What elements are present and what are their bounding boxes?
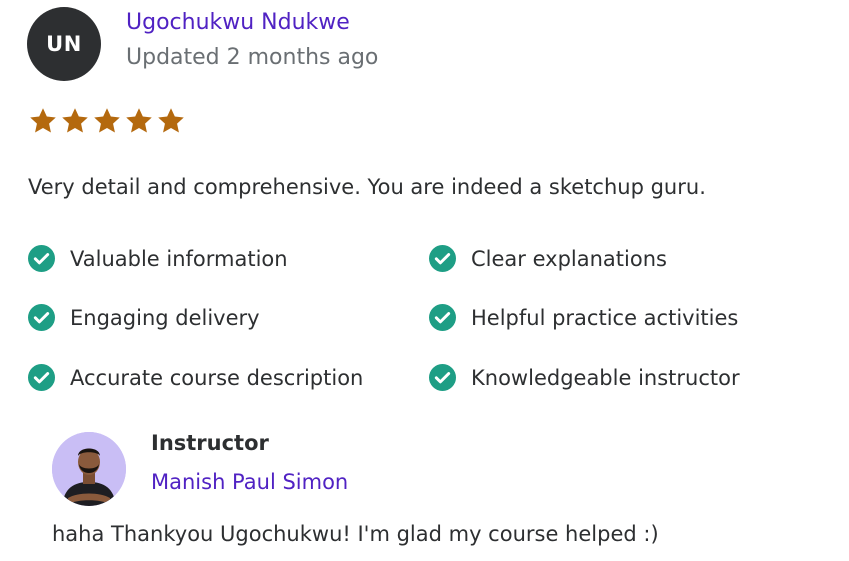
highlight-item: Helpful practice activities: [429, 304, 738, 331]
highlight-item: Clear explanations: [429, 245, 667, 272]
check-circle-icon: [28, 304, 55, 331]
check-circle-icon: [28, 364, 55, 391]
check-circle-icon: [28, 245, 55, 272]
reviewer-initials: UN: [46, 32, 82, 56]
review-text: Very detail and comprehensive. You are i…: [28, 175, 706, 199]
review-header: UN Ugochukwu Ndukwe Updated 2 months ago: [27, 7, 378, 81]
check-circle-icon: [429, 304, 456, 331]
check-circle-icon: [429, 364, 456, 391]
reviewer-name-link[interactable]: Ugochukwu Ndukwe: [126, 6, 378, 40]
reviewer-avatar: UN: [27, 7, 101, 81]
instructor-name-link[interactable]: Manish Paul Simon: [151, 470, 348, 494]
highlight-label: Helpful practice activities: [471, 305, 739, 330]
star-icon: [158, 108, 184, 133]
instructor-avatar-photo: [52, 432, 126, 506]
star-icon: [126, 108, 152, 133]
highlight-label: Engaging delivery: [70, 305, 260, 330]
highlight-label: Knowledgeable instructor: [471, 365, 740, 390]
highlight-label: Clear explanations: [471, 246, 667, 271]
highlight-label: Accurate course description: [70, 365, 364, 390]
star-icon: [94, 108, 120, 133]
highlight-item: Engaging delivery: [28, 304, 260, 331]
highlight-item: Valuable information: [28, 245, 288, 272]
review-updated-date: Updated 2 months ago: [126, 45, 379, 70]
instructor-role-label: Instructor: [151, 431, 269, 455]
highlight-label: Valuable information: [70, 246, 288, 271]
instructor-avatar: [52, 432, 126, 506]
star-rating: [28, 106, 186, 136]
star-icon: [30, 108, 56, 133]
reviewer-info: Ugochukwu Ndukwe Updated 2 months ago: [126, 10, 379, 74]
star-icon: [62, 108, 88, 133]
instructor-reply-text: haha Thankyou Ugochukwu! I'm glad my cou…: [52, 522, 659, 546]
highlight-item: Knowledgeable instructor: [429, 364, 740, 391]
check-circle-icon: [429, 245, 456, 272]
highlight-item: Accurate course description: [28, 364, 363, 391]
